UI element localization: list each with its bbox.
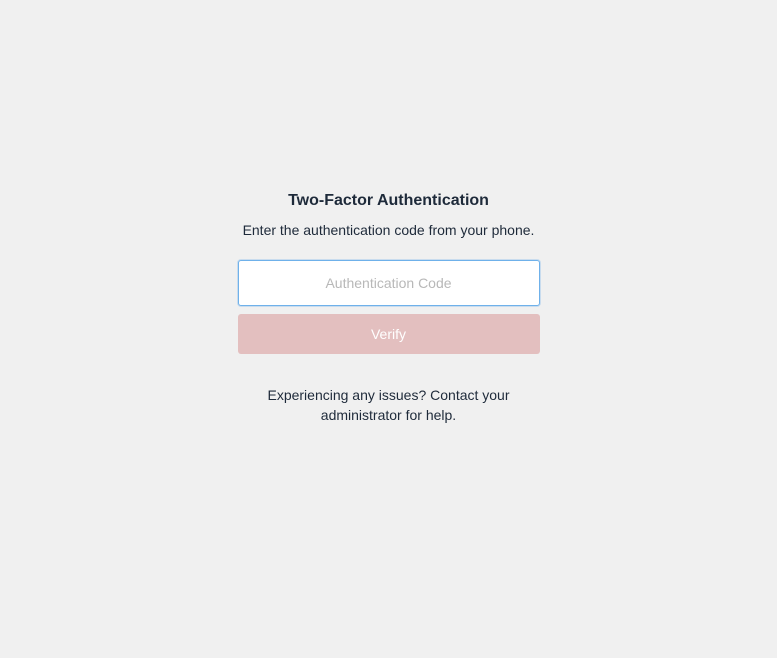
two-factor-auth-panel: Two-Factor Authentication Enter the auth… [238, 192, 540, 425]
page-title: Two-Factor Authentication [238, 192, 540, 210]
verify-button[interactable]: Verify [238, 314, 540, 354]
help-text: Experiencing any issues? Contact your ad… [238, 386, 540, 425]
authentication-code-input[interactable] [238, 260, 540, 306]
page-subtitle: Enter the authentication code from your … [238, 222, 540, 238]
